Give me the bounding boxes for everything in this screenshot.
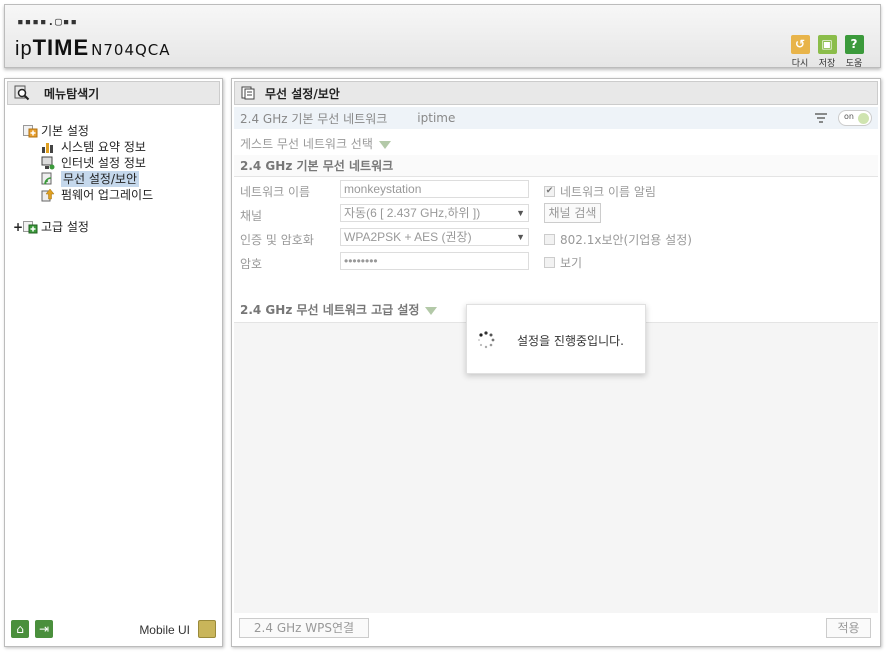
checkbox-box <box>544 257 555 268</box>
guest-network-label: 게스트 무선 네트워크 선택 <box>240 137 373 151</box>
tree-item-firmware-upgrade[interactable]: 펌웨어 업그레이드 <box>13 187 153 203</box>
checkbox-box: ✔ <box>544 186 555 197</box>
wireless-icon <box>41 172 52 185</box>
logo-ip: ip <box>15 38 33 60</box>
password-input[interactable]: •••••••• <box>340 252 529 270</box>
channel-label: 채널 <box>240 209 263 223</box>
dropdown-triangle-icon <box>378 140 391 149</box>
progress-message: 설정을 진행중입니다. <box>517 334 624 348</box>
mobile-icon[interactable] <box>198 620 216 638</box>
menu-explorer-title: 메뉴탐색기 <box>44 86 100 101</box>
network-bar-ssid: iptime <box>417 111 456 125</box>
toggle-label: on <box>844 112 854 121</box>
password-label: 암호 <box>240 257 263 271</box>
page-title: 무선 설정/보안 <box>265 86 340 101</box>
show-password-checkbox[interactable]: 보기 <box>544 254 582 271</box>
mobile-ui-link[interactable]: Mobile UI <box>139 623 190 637</box>
network-name-input[interactable]: monkeystation <box>340 180 529 198</box>
menu-explorer: 메뉴탐색기 기본 설정 시스템 요약 정보 인터넷 설정 정보 무선 설정/보안… <box>4 78 223 647</box>
toggle-knob <box>858 113 869 124</box>
chart-icon <box>42 143 53 153</box>
auth-label: 인증 및 암호화 <box>240 233 314 247</box>
folder-plus-icon <box>23 220 38 234</box>
menu-tree: 기본 설정 시스템 요약 정보 인터넷 설정 정보 무선 설정/보안 펌웨어 업… <box>13 123 153 235</box>
logout-icon[interactable]: ⇥ <box>35 620 53 638</box>
upgrade-icon <box>41 188 55 202</box>
logo: ipTIME N704QCA <box>15 35 171 61</box>
auth-select[interactable]: WPA2PSK + AES (권장) ▼ <box>340 228 529 246</box>
tree-node-basic-label: 기본 설정 <box>41 124 89 138</box>
help-icon: ? <box>844 35 864 54</box>
tree-item-label: 무선 설정/보안 <box>61 171 140 187</box>
help-label: 도움 <box>845 59 863 69</box>
spinner-icon <box>478 331 495 349</box>
filter-icon[interactable] <box>814 111 828 125</box>
tree-item-internet-settings[interactable]: 인터넷 설정 정보 <box>13 155 153 171</box>
tree-item-label: 펌웨어 업그레이드 <box>61 188 154 202</box>
tree-item-system-summary[interactable]: 시스템 요약 정보 <box>13 139 153 155</box>
refresh-label: 다시 <box>791 59 809 69</box>
save-label: 저장 <box>818 59 836 69</box>
guest-network-select[interactable]: 게스트 무선 네트워크 선택 <box>240 135 391 152</box>
sidebar-footer: ⌂ ⇥ Mobile UI <box>11 620 216 640</box>
advanced-section-title: 2.4 GHz 무선 네트워크 고급 설정 <box>240 303 420 317</box>
channel-select-value: 자동(6 [ 2.437 GHz,하위 ]) <box>344 206 481 220</box>
tree-item-label: 인터넷 설정 정보 <box>61 156 146 170</box>
progress-dialog: 설정을 진행중입니다. <box>466 304 646 374</box>
network-bar-band: 2.4 GHz 기본 무선 네트워크 <box>240 111 388 126</box>
show-password-label: 보기 <box>560 256 583 270</box>
chevron-down-icon: ▼ <box>516 232 525 242</box>
dropdown-triangle-icon <box>425 306 438 315</box>
menu-explorer-header: 메뉴탐색기 <box>7 81 220 105</box>
tree-item-label: 시스템 요약 정보 <box>61 140 146 154</box>
logo-mark: ▪▪▪▪.▢▪▪ <box>17 15 78 28</box>
tree-node-advanced[interactable]: + 고급 설정 <box>13 219 153 235</box>
network-toggle[interactable]: on <box>838 110 872 126</box>
refresh-button[interactable]: ↺ 다시 <box>789 35 811 69</box>
tree-node-advanced-label: 고급 설정 <box>41 220 89 234</box>
logo-time: TIME <box>32 35 90 60</box>
magnifier-icon <box>14 85 30 101</box>
channel-search-button[interactable]: 채널 검색 <box>544 203 601 223</box>
auth-select-value: WPA2PSK + AES (권장) <box>344 230 472 244</box>
refresh-icon: ↺ <box>790 35 810 54</box>
apply-button[interactable]: 적용 <box>826 618 871 638</box>
basic-section-title: 2.4 GHz 기본 무선 네트워크 <box>234 155 878 177</box>
enterprise-checkbox[interactable]: 802.1x보안(기업용 설정) <box>544 231 692 248</box>
checkbox-box <box>544 234 555 245</box>
chevron-down-icon: ▼ <box>516 208 525 218</box>
broadcast-checkbox[interactable]: ✔ 네트워크 이름 알림 <box>544 183 656 200</box>
expand-icon[interactable]: + <box>13 219 23 235</box>
save-icon: ▣ <box>817 35 837 54</box>
main-header: 무선 설정/보안 <box>234 81 878 105</box>
page-icon <box>241 86 255 100</box>
broadcast-label: 네트워크 이름 알림 <box>560 185 656 199</box>
network-name-label: 네트워크 이름 <box>240 185 311 199</box>
tree-item-wireless-security[interactable]: 무선 설정/보안 <box>13 171 153 187</box>
save-button[interactable]: ▣ 저장 <box>816 35 838 69</box>
top-header: ▪▪▪▪.▢▪▪ ipTIME N704QCA ↺ 다시 ▣ 저장 ? 도움 <box>4 4 881 69</box>
monitor-icon <box>41 156 55 170</box>
tree-node-basic[interactable]: 기본 설정 <box>13 123 153 139</box>
wps-connect-button[interactable]: 2.4 GHz WPS연결 <box>239 618 369 638</box>
help-button[interactable]: ? 도움 <box>843 35 865 69</box>
enterprise-label: 802.1x보안(기업용 설정) <box>560 233 692 247</box>
channel-select[interactable]: 자동(6 [ 2.437 GHz,하위 ]) ▼ <box>340 204 529 222</box>
folder-plus-icon <box>23 124 38 138</box>
model-name: N704QCA <box>91 41 171 59</box>
home-icon[interactable]: ⌂ <box>11 620 29 638</box>
network-bar[interactable]: 2.4 GHz 기본 무선 네트워크 iptime on <box>234 107 878 129</box>
